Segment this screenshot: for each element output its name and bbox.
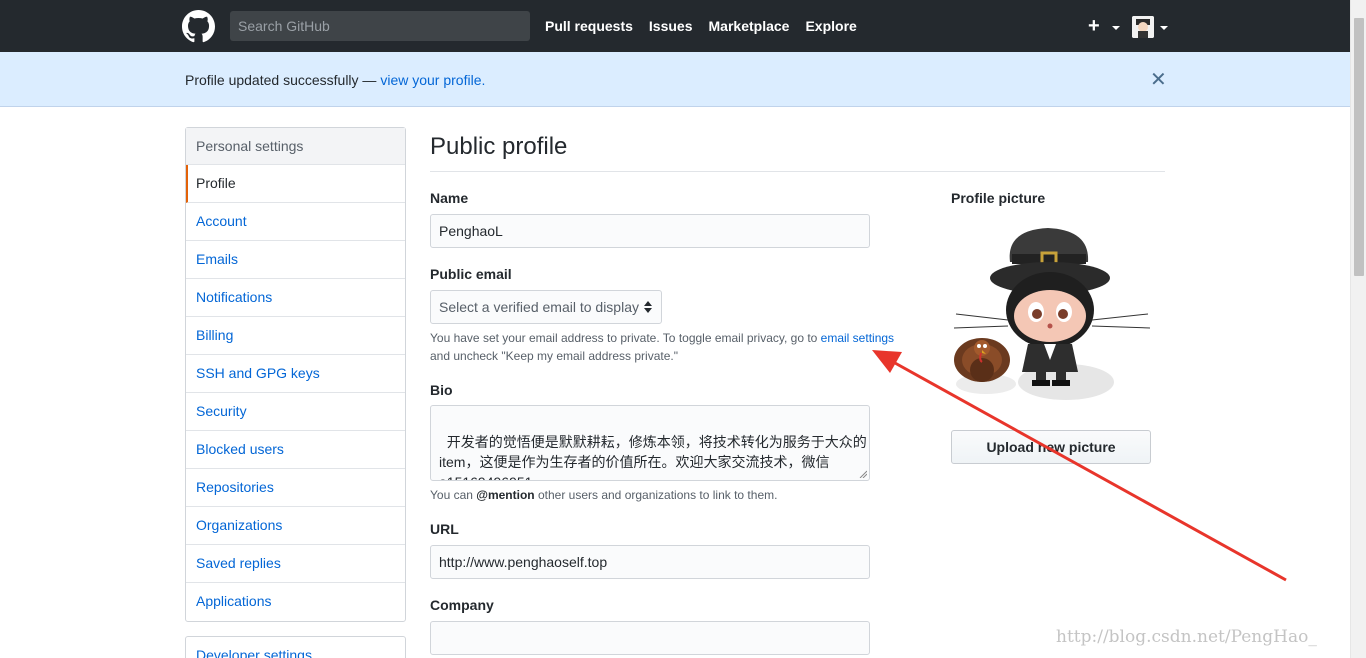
scrollbar-thumb[interactable] bbox=[1354, 18, 1364, 276]
sidebar-item-repositories[interactable]: Repositories bbox=[186, 469, 405, 507]
flash-banner: Profile updated successfully — view your… bbox=[0, 52, 1350, 107]
email-privacy-note-line2: and uncheck "Keep my email address priva… bbox=[430, 349, 678, 363]
upload-new-picture-button[interactable]: Upload new picture bbox=[951, 430, 1151, 464]
sidebar-item-applications[interactable]: Applications bbox=[186, 583, 405, 621]
header-nav: Pull requests Issues Marketplace Explore bbox=[545, 0, 857, 52]
chevron-down-icon[interactable] bbox=[1160, 26, 1168, 30]
search-input[interactable]: Search GitHub bbox=[230, 11, 530, 41]
page-title: Public profile bbox=[430, 133, 568, 160]
public-email-select[interactable]: Select a verified email to display bbox=[430, 290, 662, 324]
sidebar-item-billing[interactable]: Billing bbox=[186, 317, 405, 355]
resize-handle-icon[interactable] bbox=[859, 470, 867, 478]
public-email-selected: Select a verified email to display bbox=[439, 299, 639, 315]
view-profile-link[interactable]: view your profile. bbox=[380, 72, 485, 88]
watermark: http://blog.csdn.net/PengHao_ bbox=[1056, 627, 1317, 647]
mention-keyword: @mention bbox=[476, 488, 535, 502]
sidebar-item-ssh-gpg-keys[interactable]: SSH and GPG keys bbox=[186, 355, 405, 393]
sidebar-item-developer-settings[interactable]: Developer settings bbox=[185, 636, 406, 658]
email-privacy-note: You have set your email address to priva… bbox=[430, 331, 895, 345]
sidebar-item-profile[interactable]: Profile bbox=[186, 165, 405, 203]
sidebar-item-organizations[interactable]: Organizations bbox=[186, 507, 405, 545]
avatar-image-icon bbox=[1132, 16, 1154, 38]
select-arrows-icon bbox=[644, 301, 652, 313]
github-logo-icon[interactable] bbox=[182, 10, 215, 43]
nav-explore[interactable]: Explore bbox=[805, 18, 856, 34]
page-scrollbar[interactable] bbox=[1350, 0, 1366, 658]
nav-pull-requests[interactable]: Pull requests bbox=[545, 18, 633, 34]
pilgrim-octocat-avatar-icon bbox=[953, 228, 1151, 400]
email-settings-link[interactable]: email settings bbox=[821, 331, 894, 345]
top-header: Search GitHub Pull requests Issues Marke… bbox=[0, 0, 1350, 52]
close-icon[interactable]: ✕ bbox=[1150, 68, 1167, 92]
sidebar-item-security[interactable]: Security bbox=[186, 393, 405, 431]
title-divider bbox=[430, 171, 1165, 172]
url-field[interactable]: http://www.penghaoself.top bbox=[430, 545, 870, 579]
settings-sidebar: Personal settings Profile Account Emails… bbox=[185, 127, 406, 622]
name-label: Name bbox=[430, 190, 469, 206]
sidebar-item-emails[interactable]: Emails bbox=[186, 241, 405, 279]
bio-label: Bio bbox=[430, 382, 453, 398]
sidebar-item-blocked-users[interactable]: Blocked users bbox=[186, 431, 405, 469]
bio-text: 开发者的觉悟便是默默耕耘，修炼本领，将技术转化为服务于大众的 item，这便是作… bbox=[439, 434, 867, 480]
company-label: Company bbox=[430, 597, 494, 613]
flash-message: Profile updated successfully — view your… bbox=[185, 72, 486, 88]
sidebar-heading: Personal settings bbox=[186, 128, 405, 165]
url-label: URL bbox=[430, 521, 459, 537]
bio-note: You can @mention other users and organiz… bbox=[430, 488, 778, 502]
company-field[interactable] bbox=[430, 621, 870, 655]
sidebar-item-saved-replies[interactable]: Saved replies bbox=[186, 545, 405, 583]
chevron-down-icon[interactable] bbox=[1112, 26, 1120, 30]
name-field[interactable]: PenghaoL bbox=[430, 214, 870, 248]
nav-marketplace[interactable]: Marketplace bbox=[709, 18, 790, 34]
avatar[interactable] bbox=[1132, 16, 1154, 38]
plus-icon[interactable]: + bbox=[1088, 15, 1100, 37]
bio-textarea[interactable]: 开发者的觉悟便是默默耕耘，修炼本领，将技术转化为服务于大众的 item，这便是作… bbox=[430, 405, 870, 481]
nav-issues[interactable]: Issues bbox=[649, 18, 693, 34]
sidebar-item-notifications[interactable]: Notifications bbox=[186, 279, 405, 317]
profile-picture-label: Profile picture bbox=[951, 190, 1046, 206]
sidebar-item-account[interactable]: Account bbox=[186, 203, 405, 241]
public-email-label: Public email bbox=[430, 266, 512, 282]
